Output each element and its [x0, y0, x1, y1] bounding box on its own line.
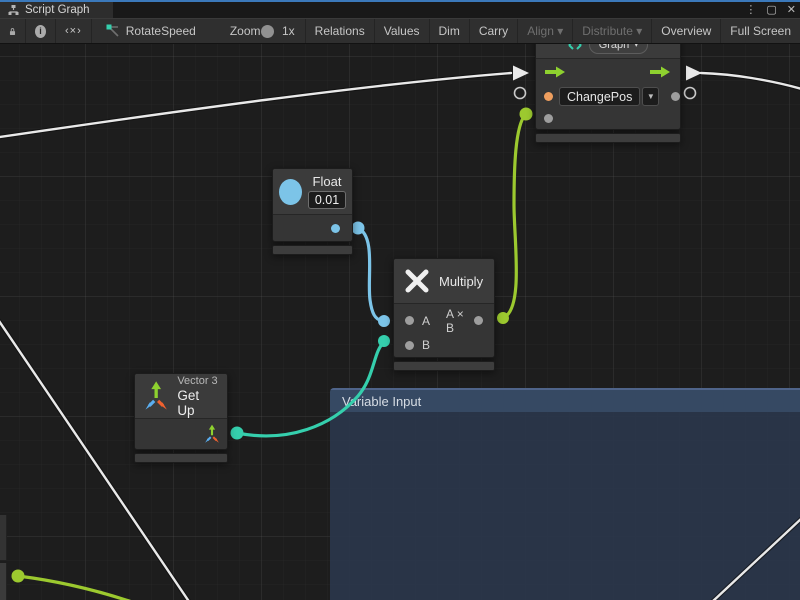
- zoom-slider-handle[interactable]: [261, 25, 274, 38]
- zoom-slider[interactable]: [271, 30, 272, 32]
- tab-script-graph[interactable]: Script Graph: [0, 2, 113, 18]
- node-footer: [535, 133, 681, 143]
- float-icon: [279, 179, 302, 205]
- port-label-b: B: [422, 338, 430, 352]
- node-title: Float: [313, 174, 342, 189]
- zoom-label: Zoom: [202, 19, 267, 43]
- multiply-out-port-icon[interactable]: [474, 316, 483, 325]
- node-set-variable[interactable]: Graph ▾ ChangePos: [535, 30, 681, 143]
- float-value-input[interactable]: 0.01: [308, 191, 346, 209]
- window-top-bar: Script Graph ⋮ ▢ ✕ i ‹×›: [0, 0, 800, 44]
- group-panel-title: Variable Input: [342, 394, 421, 409]
- toolbar-button-distribute[interactable]: Distribute ▾: [573, 19, 652, 43]
- vector3-icon: [143, 380, 169, 412]
- node-multiply[interactable]: Multiply A A × B B: [393, 258, 495, 371]
- control-out-arrow-icon[interactable]: [650, 66, 671, 78]
- port-label-axb: A × B: [446, 307, 466, 335]
- script-graph-window: Variable Input: [0, 0, 800, 600]
- variable-name-value: ChangePos: [567, 90, 632, 104]
- node-title: Multiply: [439, 274, 483, 289]
- toolbar-button-values[interactable]: Values: [375, 19, 430, 43]
- multiply-icon: [404, 268, 430, 294]
- zoom-value: 1x: [276, 19, 306, 43]
- tab-title: Script Graph: [25, 4, 90, 16]
- node-footer: [393, 361, 495, 371]
- toolbar-button-full-screen[interactable]: Full Screen: [721, 19, 800, 43]
- fit-icon: ‹×›: [65, 25, 82, 37]
- variable-name-field[interactable]: ChangePos: [559, 87, 640, 106]
- variable-name-caret-button[interactable]: ▼: [642, 87, 659, 106]
- maximize-icon[interactable]: ▢: [766, 2, 776, 18]
- multiply-b-port-icon[interactable]: [405, 341, 414, 350]
- graph-node-icon: [106, 24, 120, 38]
- info-button[interactable]: i: [26, 19, 56, 43]
- offscreen-node-edge: [0, 515, 7, 560]
- info-icon: i: [35, 25, 46, 38]
- float-out-port-icon[interactable]: [331, 224, 340, 233]
- tab-bar: Script Graph ⋮ ▢ ✕: [0, 2, 800, 18]
- offscreen-node-edge: [0, 563, 7, 600]
- close-icon[interactable]: ✕: [787, 2, 796, 18]
- node-title: Get Up: [177, 388, 219, 418]
- group-panel-body: [330, 412, 800, 600]
- control-in-arrow-icon[interactable]: [545, 66, 566, 78]
- node-float[interactable]: Float 0.01: [272, 168, 353, 255]
- toolbar-button-overview[interactable]: Overview: [652, 19, 721, 43]
- graph-name-label: RotateSpeed: [126, 24, 196, 38]
- port-label-a: A: [422, 314, 430, 328]
- lock-button[interactable]: [0, 19, 26, 43]
- toolbar-button-align[interactable]: Align ▾: [518, 19, 573, 43]
- variable-name-dropdown[interactable]: ChangePos ▼: [559, 87, 659, 106]
- lock-icon: [9, 25, 16, 38]
- toolbar-button-relations[interactable]: Relations: [306, 19, 375, 43]
- group-panel-variable-input[interactable]: Variable Input: [330, 388, 800, 600]
- value-in-port-icon[interactable]: [544, 114, 553, 123]
- float-value: 0.01: [315, 193, 339, 207]
- toolbar-button-dim[interactable]: Dim: [430, 19, 470, 43]
- zoom-to-fit-button[interactable]: ‹×›: [56, 19, 92, 43]
- kebab-menu-icon[interactable]: ⋮: [745, 2, 756, 18]
- graph-toolbar: i ‹×› RotateSpeed Zoom 1x R: [0, 18, 800, 44]
- node-footer: [134, 453, 228, 463]
- node-type-label: Vector 3: [177, 375, 219, 387]
- chevron-down-icon: ▼: [647, 92, 655, 101]
- window-controls: ⋮ ▢ ✕: [745, 2, 796, 18]
- group-panel-header[interactable]: Variable Input: [330, 388, 800, 412]
- node-vector3-get-up[interactable]: Vector 3 Get Up: [134, 373, 228, 463]
- toolbar-button-carry[interactable]: Carry: [470, 19, 518, 43]
- graph-breadcrumb[interactable]: RotateSpeed: [92, 19, 202, 43]
- name-port-icon[interactable]: [544, 92, 553, 101]
- vector3-out-port-icon[interactable]: [203, 424, 221, 444]
- multiply-a-port-icon[interactable]: [405, 316, 414, 325]
- node-footer: [272, 245, 353, 255]
- value-out-port-icon[interactable]: [671, 92, 680, 101]
- graph-icon: [8, 5, 19, 15]
